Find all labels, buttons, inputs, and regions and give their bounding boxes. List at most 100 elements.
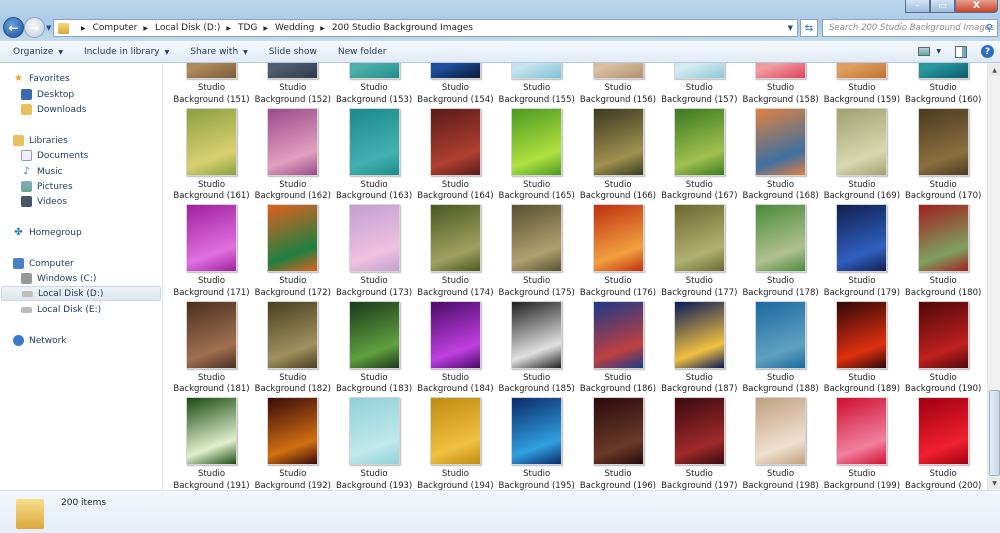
file-item[interactable]: Studio Background (179)	[821, 204, 902, 300]
file-item[interactable]: Studio Background (186)	[578, 300, 659, 397]
file-item[interactable]: Studio Background (181)	[171, 300, 252, 397]
sidebar-item-music[interactable]: ♪ Music	[21, 164, 62, 179]
file-item[interactable]: Studio Background (173)	[334, 204, 415, 300]
file-item[interactable]: Studio Background (152)	[252, 63, 333, 107]
forward-button[interactable]: →	[24, 17, 45, 38]
file-item[interactable]: Studio Background (154)	[415, 63, 496, 107]
image-thumbnail	[836, 63, 888, 79]
file-item[interactable]: Studio Background (178)	[740, 204, 821, 300]
close-button[interactable]: X	[955, 0, 998, 13]
file-item[interactable]: Studio Background (197)	[659, 397, 740, 490]
refresh-icon: ⇆	[804, 22, 814, 34]
file-item[interactable]: Studio Background (159)	[821, 63, 902, 107]
sidebar-item-downloads[interactable]: Downloads	[21, 102, 86, 117]
slide-show-button[interactable]: Slide show	[269, 47, 317, 57]
sidebar-item-videos[interactable]: Videos	[21, 194, 67, 209]
file-item[interactable]: Studio Background (191)	[171, 397, 252, 490]
minimize-button[interactable]: –	[905, 0, 930, 13]
file-item[interactable]: Studio Background (194)	[415, 397, 496, 490]
file-item[interactable]: Studio Background (175)	[496, 204, 577, 300]
vertical-scrollbar[interactable]: ▲ ▼	[987, 63, 1000, 490]
file-item[interactable]: Studio Background (182)	[252, 300, 333, 397]
chevron-right-icon[interactable]: ▶	[320, 25, 325, 32]
sidebar-item-homegroup[interactable]: ✤ Homegroup	[13, 225, 81, 240]
file-item[interactable]: Studio Background (160)	[903, 63, 984, 107]
file-name-line2: Background (194)	[417, 480, 494, 491]
file-item[interactable]: Studio Background (190)	[903, 300, 984, 397]
sidebar-item-windows-c[interactable]: Windows (C:)	[21, 271, 96, 286]
file-item[interactable]: Studio Background (155)	[496, 63, 577, 107]
new-folder-button[interactable]: New folder	[338, 47, 387, 57]
chevron-right-icon[interactable]: ▶	[143, 25, 148, 32]
file-item[interactable]: Studio Background (180)	[903, 204, 984, 300]
file-item[interactable]: Studio Background (172)	[252, 204, 333, 300]
change-view-button[interactable]: ▼	[918, 47, 941, 56]
scrollbar-thumb[interactable]	[989, 390, 1000, 476]
file-item[interactable]: Studio Background (151)	[171, 63, 252, 107]
chevron-right-icon[interactable]: ▶	[226, 25, 231, 32]
recent-pages-dropdown[interactable]: ▼	[46, 24, 51, 32]
address-bar[interactable]: ▶ Computer ▶ Local Disk (D:) ▶ TDG ▶ Weddin…	[53, 19, 798, 37]
share-with-button[interactable]: Share with ▼	[190, 47, 248, 57]
file-item[interactable]: Studio Background (193)	[334, 397, 415, 490]
breadcrumb-tdg[interactable]: TDG	[238, 23, 257, 33]
chevron-right-icon[interactable]: ▶	[263, 25, 268, 32]
sidebar-item-favorites[interactable]: ★ Favorites	[13, 71, 70, 86]
file-item[interactable]: Studio Background (188)	[740, 300, 821, 397]
file-item[interactable]: Studio Background (198)	[740, 397, 821, 490]
search-icon[interactable]: ⚲	[986, 23, 993, 34]
breadcrumb-computer[interactable]: Computer	[93, 23, 138, 33]
file-item[interactable]: Studio Background (187)	[659, 300, 740, 397]
file-item[interactable]: Studio Background (165)	[496, 107, 577, 204]
back-button[interactable]: ←	[3, 17, 24, 38]
scroll-down-button[interactable]: ▼	[989, 477, 1000, 489]
sidebar-item-desktop[interactable]: Desktop	[21, 87, 74, 102]
sidebar-item-pictures[interactable]: Pictures	[21, 179, 73, 194]
sidebar-item-local-disk-d[interactable]: Local Disk (D:)	[1, 286, 161, 301]
chevron-right-icon[interactable]: ▶	[81, 25, 86, 32]
file-item[interactable]: Studio Background (168)	[740, 107, 821, 204]
file-item[interactable]: Studio Background (177)	[659, 204, 740, 300]
refresh-button[interactable]: ⇆	[800, 19, 818, 37]
file-item[interactable]: Studio Background (153)	[334, 63, 415, 107]
organize-button[interactable]: Organize ▼	[13, 47, 63, 57]
file-item[interactable]: Studio Background (176)	[578, 204, 659, 300]
breadcrumb-wedding[interactable]: Wedding	[275, 23, 314, 33]
sidebar-item-local-disk-e[interactable]: Local Disk (E:)	[21, 302, 101, 317]
file-item[interactable]: Studio Background (158)	[740, 63, 821, 107]
sidebar-item-documents[interactable]: Documents	[21, 148, 88, 163]
breadcrumb-current-folder[interactable]: 200 Studio Background Images	[332, 23, 473, 33]
scroll-up-button[interactable]: ▲	[989, 64, 1000, 76]
file-item[interactable]: Studio Background (184)	[415, 300, 496, 397]
file-item[interactable]: Studio Background (162)	[252, 107, 333, 204]
file-item[interactable]: Studio Background (166)	[578, 107, 659, 204]
breadcrumb-local-disk-d[interactable]: Local Disk (D:)	[155, 23, 220, 33]
file-item[interactable]: Studio Background (200)	[903, 397, 984, 490]
file-item[interactable]: Studio Background (174)	[415, 204, 496, 300]
file-item[interactable]: Studio Background (195)	[496, 397, 577, 490]
help-icon[interactable]: ?	[981, 45, 994, 58]
file-item[interactable]: Studio Background (189)	[821, 300, 902, 397]
file-item[interactable]: Studio Background (192)	[252, 397, 333, 490]
sidebar-item-libraries[interactable]: Libraries	[13, 133, 68, 148]
address-dropdown[interactable]: ▼	[788, 24, 793, 32]
include-in-library-button[interactable]: Include in library ▼	[84, 47, 169, 57]
sidebar-item-network[interactable]: Network	[13, 333, 67, 348]
file-item[interactable]: Studio Background (161)	[171, 107, 252, 204]
file-item[interactable]: Studio Background (157)	[659, 63, 740, 107]
file-item[interactable]: Studio Background (163)	[334, 107, 415, 204]
file-item[interactable]: Studio Background (167)	[659, 107, 740, 204]
maximize-button[interactable]: ▭	[930, 0, 955, 13]
sidebar-item-computer[interactable]: Computer	[13, 256, 74, 271]
file-item[interactable]: Studio Background (156)	[578, 63, 659, 107]
file-item[interactable]: Studio Background (196)	[578, 397, 659, 490]
file-item[interactable]: Studio Background (199)	[821, 397, 902, 490]
file-item[interactable]: Studio Background (170)	[903, 107, 984, 204]
file-item[interactable]: Studio Background (183)	[334, 300, 415, 397]
search-input[interactable]: Search 200 Studio Background Images ⚲	[822, 19, 998, 37]
preview-pane-icon[interactable]	[955, 45, 967, 58]
file-item[interactable]: Studio Background (169)	[821, 107, 902, 204]
file-item[interactable]: Studio Background (171)	[171, 204, 252, 300]
file-item[interactable]: Studio Background (185)	[496, 300, 577, 397]
file-item[interactable]: Studio Background (164)	[415, 107, 496, 204]
